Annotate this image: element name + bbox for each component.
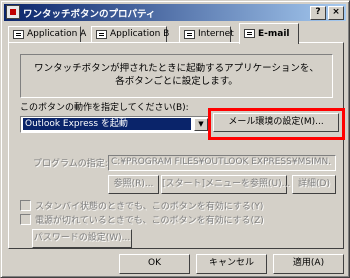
description-line: 各ボタンごとに設定します。 bbox=[115, 76, 238, 87]
program-path-field[interactable]: C:¥PROGRAM FILES¥OUTLOOK EXPRESS¥MSIMN. bbox=[108, 155, 336, 171]
ok-button[interactable]: OK bbox=[119, 254, 190, 274]
browse-button[interactable]: 参照(R)... bbox=[108, 175, 159, 194]
tab-label: Internet bbox=[198, 29, 234, 39]
mail-settings-button[interactable]: メール環境の設定(M)... bbox=[213, 113, 339, 132]
title-bar: ワンタッチボタンのプロパティ ? × bbox=[4, 4, 346, 21]
password-settings-button[interactable]: パスワードの設定(W)... bbox=[32, 229, 132, 248]
window-title: ワンタッチボタンのプロパティ bbox=[23, 9, 156, 20]
action-label: このボタンの動作を指定してください(B): bbox=[20, 103, 189, 113]
dropdown-arrow-icon[interactable]: ▼ bbox=[194, 118, 208, 131]
properties-dialog: ワンタッチボタンのプロパティ ? × Application A Applica… bbox=[0, 0, 350, 278]
application-icon bbox=[13, 30, 24, 39]
start-menu-browse-button[interactable]: [スタート]メニューを参照(U)... bbox=[161, 175, 290, 194]
tab-application-b[interactable]: Application B bbox=[91, 26, 170, 42]
action-select-value: Outlook Express を起動 bbox=[23, 118, 191, 130]
description-line: ワンタッチボタンが押されたときに起動するアプリケーションを、 bbox=[34, 63, 319, 74]
email-tab-panel: ワンタッチボタンが押されたときに起動するアプリケーションを、 各ボタンごとに設定… bbox=[8, 42, 345, 249]
program-label: プログラムの指定: bbox=[33, 159, 108, 169]
tab-label: Application B bbox=[110, 29, 170, 39]
application-icon bbox=[96, 30, 107, 39]
tab-label: Application A bbox=[27, 29, 87, 39]
close-button[interactable]: × bbox=[328, 6, 344, 20]
poweroff-checkbox-label: 電源が切れているときでも、このボタンを有効にする(Z) bbox=[35, 216, 264, 226]
tab-internet[interactable]: Internet bbox=[179, 26, 234, 42]
tab-label: E-mail bbox=[258, 29, 290, 39]
action-select[interactable]: Outlook Express を起動 ▼ bbox=[20, 116, 210, 133]
standby-checkbox-label: スタンバイ状態のときでも、このボタンを有効にする(Y) bbox=[35, 202, 264, 212]
email-icon bbox=[244, 29, 255, 38]
help-button[interactable]: ? bbox=[310, 6, 326, 20]
details-button[interactable]: 詳細(D) bbox=[292, 175, 336, 194]
internet-icon bbox=[184, 30, 195, 39]
standby-checkbox[interactable] bbox=[20, 200, 31, 211]
apply-button[interactable]: 適用(A) bbox=[273, 254, 344, 274]
cancel-button[interactable]: キャンセル bbox=[196, 254, 267, 274]
app-icon bbox=[6, 5, 20, 19]
poweroff-checkbox[interactable] bbox=[20, 214, 31, 225]
tab-application-a[interactable]: Application A bbox=[8, 26, 86, 42]
description-box: ワンタッチボタンが押されたときに起動するアプリケーションを、 各ボタンごとに設定… bbox=[20, 54, 333, 98]
tab-email[interactable]: E-mail bbox=[239, 23, 299, 44]
